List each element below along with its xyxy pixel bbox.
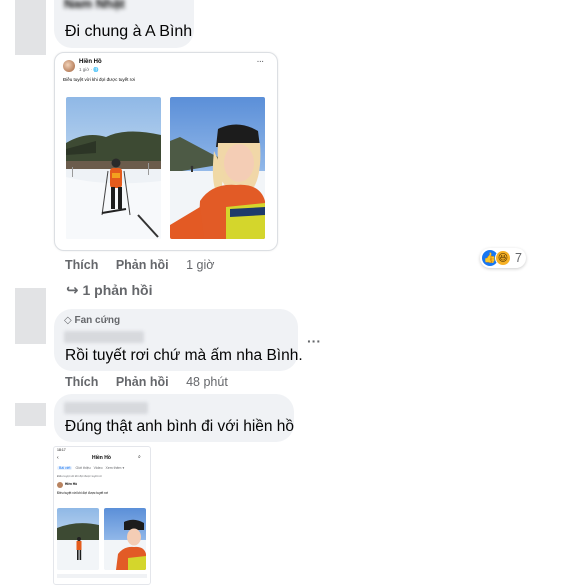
page-tagline: Điều tuyệt vời khi đợi được tuyết rơi xyxy=(57,474,102,478)
profile-tabs: Bài viết Giới thiệu Video Xem thêm ▾ xyxy=(57,466,124,470)
fan-badge: ◇ Fan cứng xyxy=(64,315,120,326)
reaction-count: 7 xyxy=(515,251,522,265)
avatar[interactable] xyxy=(15,288,46,344)
comment-author[interactable] xyxy=(64,402,148,414)
tab-video: Video xyxy=(93,466,103,470)
ski-photo-left xyxy=(66,97,161,239)
tab-more: Xem thêm ▾ xyxy=(105,466,125,470)
comment-bubble: Đúng thật anh bình đi với hiền hồ xyxy=(54,394,294,442)
like-link[interactable]: Thích xyxy=(65,258,98,272)
badge-label: Fan cứng xyxy=(74,315,121,326)
attached-screenshot[interactable]: 18:17 ‹ Hiền Hồ ⌕ Bài viết Giới thiệu Vide… xyxy=(53,446,151,585)
more-icon[interactable]: ··· xyxy=(257,59,264,66)
tab-posts: Bài viết xyxy=(57,466,73,470)
comment-text: Đi chung à A Bình xyxy=(65,23,193,40)
comment-actions: Thích Phản hồi 1 giờ xyxy=(65,258,228,272)
tab-about: Giới thiệu xyxy=(75,466,91,470)
comment-bubble: ◇ Fan cứng Rồi tuyết rơi chứ mà ấm nha B… xyxy=(54,309,303,371)
post-meta: 1 giờ · 🌐 xyxy=(79,67,99,73)
back-icon: ‹ xyxy=(57,455,59,461)
comment-time[interactable]: 48 phút xyxy=(186,375,228,389)
reply-link[interactable]: Phản hồi xyxy=(116,258,169,272)
selfie-scene-graphic xyxy=(104,519,146,570)
diamond-icon: ◇ xyxy=(64,315,72,326)
post-author: Hiền Hồ xyxy=(79,59,102,65)
reply-link[interactable]: Phản hồi xyxy=(116,375,169,389)
reply-arrow-icon: ↪ xyxy=(66,282,79,299)
selfie-photo-right xyxy=(170,97,265,239)
comment-text: Đúng thật anh bình đi với hiền hồ xyxy=(65,418,295,435)
shared-post-card[interactable]: Hiền Hồ 1 giờ · 🌐 ··· Điều tuyệt vời khi… xyxy=(54,52,278,251)
comment-actions: Thích Phản hồi 48 phút xyxy=(65,375,242,389)
comment-bubble: Nam Nhật Đi chung à A Bình xyxy=(54,0,194,48)
search-icon: ⌕ xyxy=(138,454,141,460)
avatar[interactable] xyxy=(15,0,46,55)
comment-time[interactable]: 1 giờ xyxy=(186,258,214,272)
replies-count: 1 phản hồi xyxy=(82,282,153,298)
reaction-summary[interactable]: 👍 😆 7 xyxy=(480,248,526,268)
haha-reaction-icon: 😆 xyxy=(495,250,511,266)
ski-scene-graphic xyxy=(57,523,99,570)
more-options-icon[interactable]: ··· xyxy=(307,333,321,349)
avatar xyxy=(63,60,75,72)
view-replies-link[interactable]: ↪ 1 phản hồi xyxy=(66,281,152,299)
post-author: Hiền Hồ xyxy=(65,482,78,486)
selfie-scene-graphic xyxy=(170,124,265,239)
globe-icon: 🌐 xyxy=(93,67,99,72)
status-time: 18:17 xyxy=(57,448,66,452)
ski-photo-left xyxy=(57,508,99,570)
ski-scene-graphic xyxy=(66,131,161,239)
post-time: 1 giờ · xyxy=(79,67,94,72)
like-link[interactable]: Thích xyxy=(65,375,98,389)
comment-author[interactable]: Nam Nhật xyxy=(64,0,125,11)
reaction-row xyxy=(57,574,147,578)
selfie-photo-right xyxy=(104,508,146,570)
post-caption: Điều tuyệt vời khi đợi được tuyết rơi xyxy=(63,77,136,82)
comment-text: Rồi tuyết rơi chứ mà ấm nha Bình. xyxy=(65,347,303,364)
post-caption: Điều tuyệt vời khi đợi được tuyết rơi xyxy=(57,491,109,495)
avatar[interactable] xyxy=(15,403,46,426)
comment-author[interactable] xyxy=(64,331,144,343)
avatar xyxy=(57,482,63,488)
page-name: Hiền Hồ xyxy=(92,455,111,461)
